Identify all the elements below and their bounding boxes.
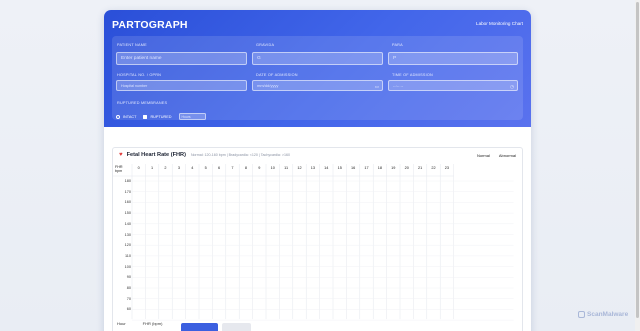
grid-lines[interactable] [113, 164, 524, 331]
hour-column-3: 3 [177, 166, 180, 170]
membranes-label: RUPTURED MEMBRANES [117, 101, 168, 105]
fhr-row-label-150: 150 [124, 211, 131, 216]
hospital-no-input[interactable]: Hospital number [116, 80, 247, 91]
hour-column-9: 9 [258, 166, 261, 170]
fhr-row-label-80: 80 [126, 286, 131, 290]
hour-column-6: 6 [218, 166, 221, 170]
fhr-row-label-100: 100 [124, 264, 131, 269]
add-reading-button[interactable] [181, 323, 218, 331]
hour-column-5: 5 [204, 166, 207, 170]
hour-column-15: 15 [337, 166, 342, 170]
hour-column-14: 14 [324, 166, 329, 170]
fhr-row-label-110: 110 [124, 253, 131, 258]
intact-label: INTACT [123, 114, 137, 119]
para-input[interactable]: P [388, 52, 518, 65]
chart-meta: Normal: 120-160 bpm | Bradycardia: <120 … [190, 153, 291, 157]
hour-column-20: 20 [404, 166, 409, 170]
fhr-row-label-170: 170 [124, 189, 131, 194]
chart-title: Fetal Heart Rate (FHR) [126, 152, 186, 158]
hospital-no-label: HOSPITAL NO. / OPRN [117, 73, 162, 77]
patient-name-label: PATIENT NAME [117, 43, 147, 47]
hour-column-4: 4 [191, 166, 194, 170]
time-admission-value: --:-- -- [393, 83, 404, 88]
fhr-row-label-160: 160 [124, 200, 131, 205]
hour-column-17: 17 [364, 166, 369, 170]
ruptured-checkbox[interactable] [143, 114, 148, 119]
scrollbar-thumb[interactable] [636, 2, 639, 318]
fhr-row-label-60: 60 [126, 307, 131, 312]
patient-name-input[interactable]: Enter patient name [116, 52, 247, 65]
fhr-chart-card: ♥ Fetal Heart Rate (FHR) Normal: 120-160… [112, 147, 523, 331]
gravida-input[interactable]: G [252, 52, 383, 65]
fhr-row-label-90: 90 [126, 275, 131, 280]
fhr-row-label-120: 120 [124, 243, 131, 248]
hours-input[interactable]: Hours [178, 113, 206, 120]
gravida-label: GRAVIDA [256, 43, 275, 47]
hour-column-2: 2 [164, 166, 167, 170]
membranes-options: INTACT RUPTURED Hours [116, 113, 206, 120]
watermark: ScanMalware [578, 311, 628, 318]
hour-column-22: 22 [431, 166, 436, 170]
fhr-row-label-140: 140 [124, 221, 131, 226]
hour-column-18: 18 [377, 166, 382, 170]
chart-header: ♥ Fetal Heart Rate (FHR) Normal: 120-160… [119, 152, 290, 158]
legend-abnormal[interactable]: Abnormal [499, 153, 516, 158]
hour-column-19: 19 [391, 166, 396, 170]
hour-column-1: 1 [151, 166, 154, 170]
hour-label: Hour [117, 321, 126, 326]
hour-column-8: 8 [244, 166, 247, 170]
date-admission-input[interactable]: mm/dd/yyyy ▭ [252, 80, 383, 91]
date-admission-label: DATE OF ADMISSION [256, 73, 298, 77]
partograph-card: PARTOGRAPH Labor Monitoring Chart PATIEN… [104, 10, 531, 331]
hour-column-23: 23 [444, 166, 449, 170]
hour-column-12: 12 [297, 166, 302, 170]
legend-normal[interactable]: Normal [477, 153, 490, 158]
page-scrollbar[interactable] [635, 0, 640, 331]
hour-column-7: 7 [231, 166, 234, 170]
hour-column-16: 16 [350, 166, 356, 170]
hour-column-21: 21 [417, 166, 423, 170]
patient-form: PATIENT NAME Enter patient name GRAVIDA … [112, 36, 523, 120]
time-admission-label: TIME OF ADMISSION [392, 73, 433, 77]
hour-column-0: 0 [137, 166, 140, 170]
calendar-icon[interactable]: ▭ [375, 82, 379, 92]
time-admission-input[interactable]: --:-- -- ◷ [388, 80, 518, 91]
page-title: PARTOGRAPH [112, 19, 188, 31]
date-admission-value: mm/dd/yyyy [257, 83, 279, 88]
fhr-label: FHR (bpm) [142, 321, 163, 326]
intact-radio[interactable] [116, 114, 120, 119]
watermark-text: ScanMalware [587, 311, 629, 318]
fhr-row-label-70: 70 [126, 296, 131, 301]
heart-icon: ♥ [119, 152, 123, 158]
watermark-icon [578, 311, 585, 318]
header: PARTOGRAPH Labor Monitoring Chart PATIEN… [104, 10, 531, 127]
ruptured-label: RUPTURED [150, 114, 172, 119]
entry-row: Hour FHR (bpm) [117, 321, 162, 326]
clock-icon[interactable]: ◷ [510, 82, 514, 92]
hour-column-13: 13 [310, 166, 315, 170]
clear-button[interactable] [222, 323, 251, 331]
fhr-row-label-180: 180 [124, 179, 131, 183]
hour-column-11: 11 [284, 166, 289, 170]
chart-legend: Normal Abnormal [477, 153, 516, 158]
para-label: PARA [392, 43, 403, 47]
fhr-row-label-130: 130 [124, 232, 131, 237]
hour-column-10: 10 [270, 166, 275, 170]
page-subtitle: Labor Monitoring Chart [476, 21, 523, 26]
